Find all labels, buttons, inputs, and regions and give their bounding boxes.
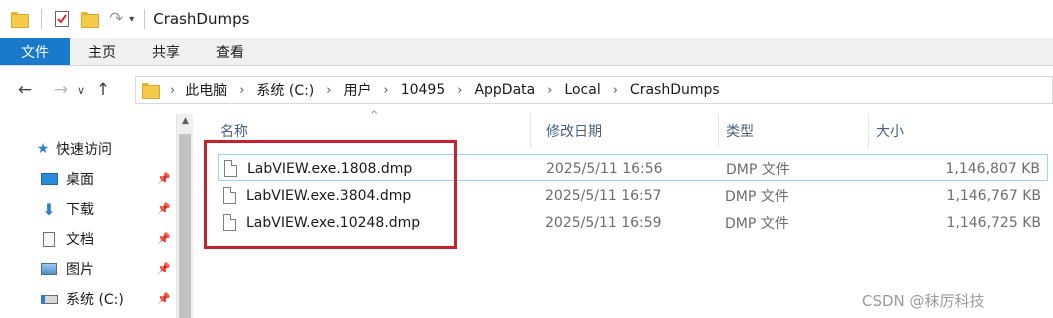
sort-ascending-icon: ^	[370, 110, 379, 121]
sidebar-item-label: 快速访问	[56, 142, 112, 158]
address-bar[interactable]: › 此电脑 › 系统 (C:) › 用户 › 10495 › AppData ›…	[135, 76, 1053, 104]
title-bar: ↷ ▾ CrashDumps	[0, 0, 1053, 38]
navigation-bar: ← → ∨ ↑ › 此电脑 › 系统 (C:) › 用户 › 10495 › A…	[0, 66, 1053, 114]
red-highlight-box	[204, 140, 457, 249]
file-type: DMP 文件	[726, 161, 790, 178]
file-size: 1,146,807 KB	[945, 160, 1041, 177]
undo-icon[interactable]: ↷	[109, 9, 123, 29]
sidebar-item-label: 文档	[66, 232, 94, 248]
file-size: 1,146,767 KB	[946, 187, 1042, 204]
tab-share[interactable]: 共享	[134, 38, 198, 65]
pin-icon[interactable]: 📌	[157, 292, 171, 305]
file-type: DMP 文件	[725, 188, 789, 205]
chevron-right-icon[interactable]: ›	[326, 83, 331, 98]
navigation-pane: ★ 快速访问 桌面 ⬇ 下载 文档 图片 系统 (C:) 📌 📌 📌 📌 📌	[0, 114, 176, 318]
scroll-up-arrow-icon[interactable]: ▲	[177, 116, 194, 126]
customize-dropdown-icon[interactable]: ▾	[129, 14, 134, 25]
sidebar-item-label: 桌面	[66, 172, 94, 188]
breadcrumb-this-pc[interactable]: 此电脑	[185, 80, 227, 100]
breadcrumb-crashdumps[interactable]: CrashDumps	[630, 82, 720, 98]
sidebar-item-label: 系统 (C:)	[66, 292, 124, 308]
document-icon	[40, 231, 58, 247]
ribbon-tabs: 文件 主页 共享 查看	[0, 38, 1053, 66]
chevron-right-icon[interactable]: ›	[239, 83, 244, 98]
folder-icon	[11, 12, 29, 28]
properties-check-icon[interactable]	[55, 11, 69, 27]
sidebar-item-label: 下载	[66, 202, 94, 218]
sidebar-item-documents[interactable]: 文档	[40, 226, 94, 252]
breadcrumb-drive-c[interactable]: 系统 (C:)	[256, 80, 314, 100]
toolbar-divider	[144, 9, 146, 29]
breadcrumb-user-folder[interactable]: 10495	[401, 82, 446, 98]
sidebar-item-drive-c[interactable]: 系统 (C:)	[40, 286, 124, 312]
pin-icon[interactable]: 📌	[157, 232, 171, 245]
sidebar-item-label: 图片	[66, 262, 94, 278]
chevron-right-icon[interactable]: ›	[383, 83, 388, 98]
pin-icon[interactable]: 📌	[157, 172, 171, 185]
tab-file[interactable]: 文件	[0, 38, 70, 65]
chevron-right-icon[interactable]: ›	[547, 83, 552, 98]
column-header-modified[interactable]: 修改日期	[546, 114, 602, 148]
sidebar-item-pictures[interactable]: 图片	[40, 256, 94, 282]
tab-view[interactable]: 查看	[198, 38, 262, 65]
file-type: DMP 文件	[725, 215, 789, 232]
toolbar-divider	[41, 9, 42, 29]
folder-icon	[142, 83, 160, 99]
column-divider[interactable]	[868, 114, 869, 148]
scrollbar-thumb[interactable]	[179, 134, 191, 318]
recent-locations-chevron-icon[interactable]: ∨	[74, 77, 88, 103]
picture-icon	[40, 261, 58, 277]
sidebar-item-desktop[interactable]: 桌面	[40, 166, 94, 192]
breadcrumb-users[interactable]: 用户	[343, 80, 371, 100]
window-title: CrashDumps	[153, 10, 250, 28]
chevron-right-icon[interactable]: ›	[170, 83, 175, 98]
sidebar-item-downloads[interactable]: ⬇ 下载	[40, 196, 94, 222]
up-arrow-icon[interactable]: ↑	[90, 77, 116, 103]
column-header-size[interactable]: 大小	[876, 114, 904, 148]
pin-icon[interactable]: 📌	[157, 202, 171, 215]
forward-arrow-icon[interactable]: →	[48, 77, 74, 103]
column-divider[interactable]	[718, 114, 719, 148]
watermark: CSDN @秣厉科技	[862, 292, 985, 310]
column-header-type[interactable]: 类型	[726, 114, 754, 148]
file-modified: 2025/5/11 16:56	[546, 160, 663, 177]
star-icon: ★	[36, 141, 50, 157]
sidebar-item-quick-access[interactable]: ★ 快速访问	[34, 136, 112, 162]
column-divider[interactable]	[530, 114, 531, 148]
back-arrow-icon[interactable]: ←	[12, 77, 38, 103]
file-modified: 2025/5/11 16:59	[545, 214, 662, 231]
file-modified: 2025/5/11 16:57	[545, 187, 662, 204]
chevron-right-icon[interactable]: ›	[613, 83, 618, 98]
chevron-right-icon[interactable]: ›	[457, 83, 462, 98]
pin-icon[interactable]: 📌	[157, 262, 171, 275]
desktop-icon	[40, 171, 58, 187]
download-icon: ⬇	[42, 199, 56, 219]
breadcrumb-local[interactable]: Local	[564, 82, 600, 98]
quick-access-toolbar: ↷ ▾	[0, 9, 146, 29]
sidebar-scrollbar[interactable]: ▲	[176, 114, 193, 318]
breadcrumb-appdata[interactable]: AppData	[474, 82, 535, 98]
new-folder-icon[interactable]	[81, 12, 99, 28]
file-size: 1,146,725 KB	[946, 214, 1042, 231]
drive-icon	[40, 291, 58, 307]
tab-home[interactable]: 主页	[70, 38, 134, 65]
